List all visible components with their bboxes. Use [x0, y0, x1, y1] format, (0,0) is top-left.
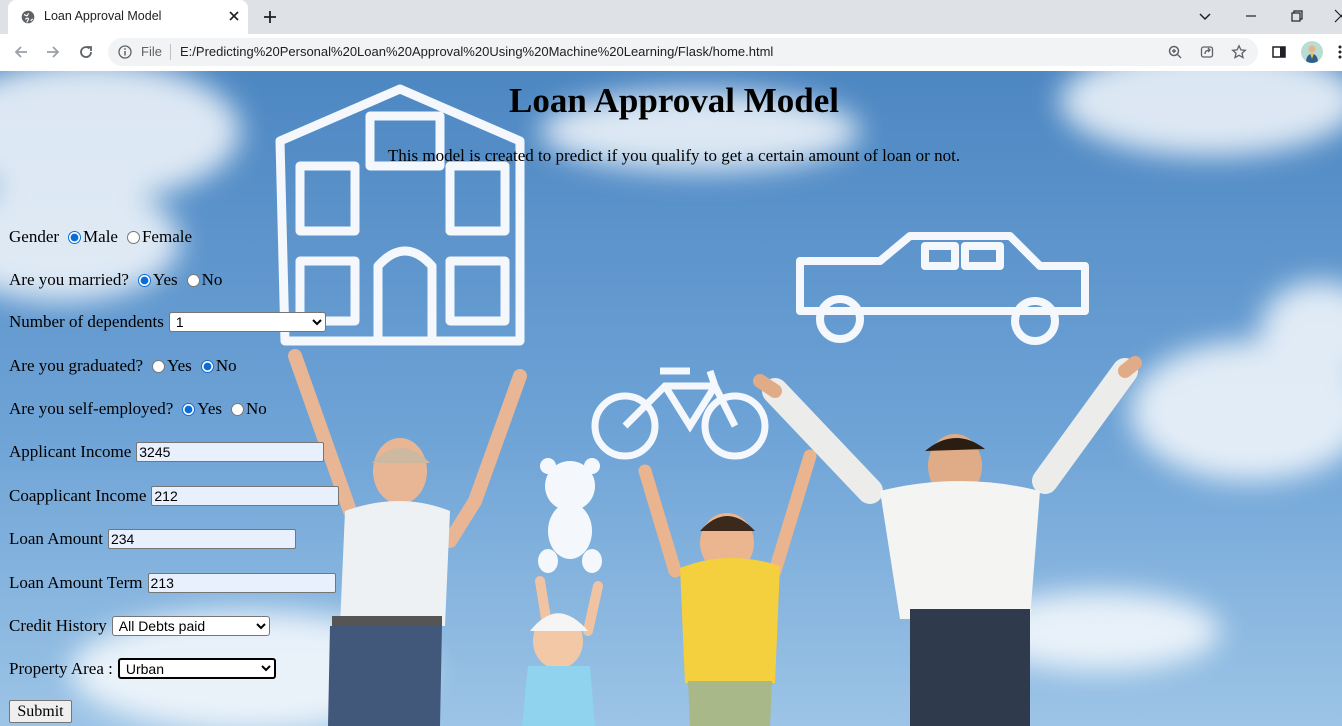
credit-history-label: Credit History	[9, 616, 107, 635]
file-label: File	[141, 44, 162, 59]
omnibox-divider	[170, 44, 171, 60]
share-icon[interactable]	[1199, 44, 1215, 60]
page-title: Loan Approval Model	[509, 81, 839, 120]
tab-title: Loan Approval Model	[44, 9, 162, 23]
applicant-income-input[interactable]	[136, 442, 325, 462]
submit-button[interactable]: Submit	[9, 700, 72, 723]
loan-amount-input[interactable]	[107, 529, 296, 549]
loan-amount-term-label: Loan Amount Term	[9, 573, 143, 592]
graduated-row: Are you graduated? Yes No	[9, 356, 237, 376]
married-label: Are you married?	[9, 270, 129, 289]
back-arrow-icon[interactable]	[12, 43, 30, 61]
forward-arrow-icon[interactable]	[44, 43, 62, 61]
self-employed-yes-radio[interactable]	[182, 402, 196, 416]
gender-male-radio[interactable]	[68, 230, 82, 244]
loan-amount-label: Loan Amount	[9, 529, 103, 548]
self-employed-yes-label: Yes	[197, 399, 223, 418]
married-row: Are you married? Yes No	[9, 270, 222, 290]
gender-row: Gender Male Female	[9, 227, 192, 247]
gender-label: Gender	[9, 227, 60, 246]
applicant-income-row: Applicant Income	[9, 442, 325, 462]
gender-female-radio[interactable]	[126, 230, 140, 244]
married-yes-label: Yes	[152, 270, 178, 289]
coapplicant-income-label: Coapplicant Income	[9, 486, 147, 505]
dependents-select[interactable]: 1	[168, 312, 326, 332]
url-text[interactable]: E:/Predicting%20Personal%20Loan%20Approv…	[180, 44, 773, 59]
gender-male-label: Male	[83, 227, 118, 246]
bookmark-star-icon[interactable]	[1231, 44, 1247, 60]
profile-avatar[interactable]	[1301, 41, 1323, 63]
tab-search-chevron-icon[interactable]	[1196, 7, 1214, 25]
coapplicant-income-row: Coapplicant Income	[9, 486, 340, 506]
page-viewport: Loan Approval Model This model is create…	[0, 71, 1342, 726]
coapplicant-income-input[interactable]	[151, 486, 340, 506]
married-no-radio[interactable]	[186, 273, 200, 287]
info-icon[interactable]	[118, 45, 132, 59]
credit-history-row: Credit History All Debts paid	[9, 616, 270, 636]
avatar-image	[1301, 41, 1323, 63]
self-employed-no-label: No	[246, 399, 267, 418]
self-employed-row: Are you self-employed? Yes No	[9, 399, 267, 419]
close-tab-icon[interactable]	[227, 9, 241, 23]
graduated-no-radio[interactable]	[200, 359, 214, 373]
graduated-label: Are you graduated?	[9, 356, 144, 375]
applicant-income-label: Applicant Income	[9, 442, 132, 461]
self-employed-no-radio[interactable]	[231, 402, 245, 416]
property-area-label: Property Area :	[9, 658, 113, 678]
property-area-row: Property Area : Urban	[9, 658, 276, 679]
married-yes-radio[interactable]	[137, 273, 151, 287]
globe-icon	[21, 10, 35, 24]
married-no-label: No	[201, 270, 223, 289]
property-area-select[interactable]: Urban	[117, 658, 276, 679]
restore-icon[interactable]	[1288, 7, 1306, 25]
dependents-row: Number of dependents 1	[9, 312, 326, 332]
minimize-icon[interactable]	[1242, 7, 1260, 25]
gender-female-label: Female	[141, 227, 193, 246]
close-window-icon[interactable]	[1332, 7, 1342, 25]
page-subtitle: This model is created to predict if you …	[387, 146, 961, 165]
tab-strip: Loan Approval Model	[0, 0, 1342, 34]
graduated-yes-label: Yes	[167, 356, 192, 375]
credit-history-select[interactable]: All Debts paid	[111, 616, 270, 636]
reload-icon[interactable]	[77, 43, 95, 61]
loan-amount-row: Loan Amount	[9, 529, 296, 549]
loan-amount-term-input[interactable]	[147, 573, 336, 593]
browser-tab[interactable]: Loan Approval Model	[8, 0, 248, 34]
address-bar[interactable]: File E:/Predicting%20Personal%20Loan%20A…	[108, 38, 1258, 66]
new-tab-icon[interactable]	[262, 9, 278, 25]
graduated-no-label: No	[215, 356, 237, 375]
zoom-icon[interactable]	[1167, 44, 1183, 60]
browser-toolbar: File E:/Predicting%20Personal%20Loan%20A…	[0, 34, 1342, 72]
loan-amount-term-row: Loan Amount Term	[9, 573, 336, 593]
dependents-label: Number of dependents	[9, 312, 164, 331]
side-panel-icon[interactable]	[1270, 43, 1288, 61]
menu-kebab-icon[interactable]	[1334, 43, 1342, 61]
graduated-yes-radio[interactable]	[152, 359, 166, 373]
self-employed-label: Are you self-employed?	[9, 399, 174, 418]
